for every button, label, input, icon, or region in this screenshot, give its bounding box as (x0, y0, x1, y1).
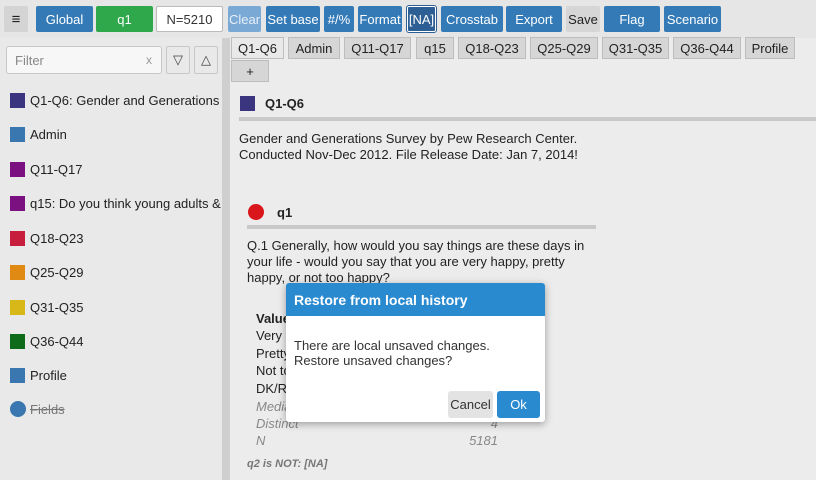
sidebar-item-q15[interactable]: q15: Do you think young adults & older (10, 193, 222, 213)
tab-admin[interactable]: Admin (288, 37, 340, 59)
filter-input[interactable] (7, 47, 137, 73)
section-divider (239, 117, 816, 121)
ok-button[interactable]: Ok (497, 391, 540, 418)
q1-button[interactable]: q1 (96, 6, 153, 32)
flag-button[interactable]: Flag (604, 6, 660, 32)
na-button[interactable]: [NA] (406, 5, 437, 33)
question-title[interactable]: q1 (248, 204, 292, 220)
question-status-dot-icon (248, 204, 264, 220)
dialog-title: Restore from local history (286, 283, 545, 316)
filter-clear-icon[interactable]: x (146, 53, 152, 67)
save-button[interactable]: Save (566, 6, 600, 32)
question-divider (247, 225, 596, 229)
dialog-message: There are local unsaved changes. Restore… (294, 338, 490, 368)
filter-box: x (6, 46, 162, 74)
n-count-button[interactable]: N=5210 (156, 6, 223, 32)
tab-q11-q17[interactable]: Q11-Q17 (344, 37, 411, 59)
group-color-icon (10, 230, 25, 246)
group-color-icon (10, 299, 25, 315)
tab-q1-q6[interactable]: Q1-Q6 (231, 37, 284, 59)
cancel-button[interactable]: Cancel (448, 391, 493, 418)
sidebar-item-q1-q6[interactable]: Q1-Q6: Gender and Generations Survey (10, 90, 222, 110)
restore-dialog: Restore from local history There are loc… (286, 283, 545, 422)
stat-value: 5181 (469, 433, 498, 448)
sort-down-button[interactable]: ▽ (166, 46, 190, 74)
set-base-button[interactable]: Set base (266, 6, 320, 32)
filter-note: q2 is NOT: [NA] (247, 458, 328, 470)
sort-up-button[interactable]: △ (194, 46, 218, 74)
group-color-icon (10, 333, 25, 349)
sidebar-item-q18-q23[interactable]: Q18-Q23 (10, 228, 222, 248)
value-label: Pretty (256, 346, 290, 361)
sidebar-item-admin[interactable]: Admin (10, 124, 222, 144)
scenario-button[interactable]: Scenario (664, 6, 721, 32)
tab-profile[interactable]: Profile (745, 37, 795, 59)
group-color-icon (10, 367, 25, 383)
sidebar-item-q25-q29[interactable]: Q25-Q29 (10, 262, 222, 282)
section-title: Q1-Q6 (240, 96, 304, 111)
menu-icon[interactable]: ≡ (4, 6, 28, 32)
sidebar-splitter[interactable] (222, 38, 230, 480)
group-color-icon (10, 92, 25, 108)
clear-button[interactable]: Clear (228, 6, 261, 32)
group-color-icon (240, 96, 255, 111)
stat-label: N (256, 433, 266, 448)
tab-q36-q44[interactable]: Q36-Q44 (673, 37, 741, 59)
global-button[interactable]: Global (36, 6, 93, 32)
sidebar-item-q11-q17[interactable]: Q11-Q17 (10, 159, 222, 179)
sidebar-item-profile[interactable]: Profile (10, 365, 222, 385)
group-color-icon (10, 161, 25, 177)
group-color-icon (10, 195, 25, 211)
question-text: Q.1 Generally, how would you say things … (247, 238, 585, 285)
toolbar: ≡ Global q1 N=5210 Clear Set base #/% Fo… (0, 0, 816, 38)
add-tab-button[interactable]: + (231, 60, 269, 82)
count-percent-button[interactable]: #/% (324, 6, 354, 32)
tab-q15[interactable]: q15 (416, 37, 454, 59)
fields-dot-icon (10, 401, 26, 417)
tab-q25-q29[interactable]: Q25-Q29 (530, 37, 598, 59)
sidebar-item-q31-q35[interactable]: Q31-Q35 (10, 297, 222, 317)
tab-q18-q23[interactable]: Q18-Q23 (458, 37, 526, 59)
format-button[interactable]: Format (358, 6, 402, 32)
section-description: Gender and Generations Survey by Pew Res… (239, 131, 578, 162)
sidebar: x ▽ △ Q1-Q6: Gender and Generations Surv… (0, 38, 222, 480)
sidebar-item-fields[interactable]: Fields (10, 399, 222, 419)
sidebar-item-q36-q44[interactable]: Q36-Q44 (10, 331, 222, 351)
crosstab-button[interactable]: Crosstab (441, 6, 503, 32)
values-header: Value (256, 311, 290, 326)
group-color-icon (10, 264, 25, 280)
tab-q31-q35[interactable]: Q31-Q35 (602, 37, 669, 59)
export-button[interactable]: Export (506, 6, 562, 32)
group-color-icon (10, 126, 25, 142)
